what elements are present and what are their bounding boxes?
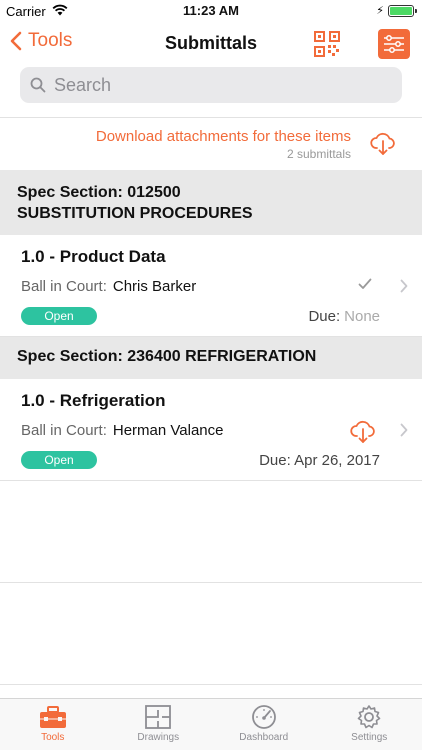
due-date: Due: None [308,308,380,325]
tab-label: Settings [351,732,388,743]
section-title: Spec Section: 012500 [17,184,181,201]
empty-row [0,583,422,685]
sliders-icon [384,35,404,53]
status-badge: Open [21,307,97,325]
search-bar[interactable] [20,67,402,103]
battery-icon [388,5,417,17]
due-value: Apr 26, 2017 [294,452,380,469]
section-header-236400: Spec Section: 236400 REFRIGERATION [0,337,422,379]
due-label: Due: [308,308,341,325]
tab-bar: Tools Drawings Dashboard Settings [0,698,422,750]
due-label: Due: [259,452,291,469]
status-time: 11:23 AM [183,3,239,18]
charging-icon: ⚡ [376,5,384,17]
tab-settings[interactable]: Settings [317,699,422,750]
chevron-right-icon [400,279,408,298]
tab-label: Drawings [137,732,180,743]
ball-in-court-label: Ball in Court: [21,422,107,439]
status-badge: Open [21,451,97,469]
section-title: Spec Section: 236400 REFRIGERATION [17,348,317,365]
submittal-row[interactable]: 1.0 - Refrigeration Ball in Court: Herman… [0,379,422,481]
chevron-right-icon [400,423,408,442]
filter-button[interactable] [378,29,410,59]
tab-drawings[interactable]: Drawings [106,699,212,750]
toolbox-icon [39,706,66,728]
page-title: Submittals [164,33,257,53]
tab-dashboard[interactable]: Dashboard [211,699,317,750]
due-value: None [344,308,380,325]
floorplan-icon [145,705,172,729]
tab-label: Tools [41,732,65,743]
ball-in-court: Ball in Court: Herman Valance [21,422,224,439]
search-icon [30,77,46,93]
checkmark-icon [358,277,372,295]
gear-icon [357,705,381,729]
ball-in-court-person: Herman Valance [112,422,224,439]
download-attachments-link[interactable]: Download attachments for these items [96,128,351,145]
ball-in-court-person: Chris Barker [112,278,197,295]
submittal-name: 1.0 - Product Data [21,247,166,266]
submittal-name: 1.0 - Refrigeration [21,391,166,410]
cloud-download-icon[interactable] [350,419,376,450]
section-header-012500: Spec Section: 012500 SUBSTITUTION PROCED… [0,170,422,235]
qr-code-icon [314,31,340,57]
ball-in-court-label: Ball in Court: [21,278,107,295]
cloud-download-icon[interactable] [370,131,396,162]
search-input[interactable] [54,74,374,96]
ball-in-court: Ball in Court: Chris Barker [21,278,196,295]
search-area [0,66,422,118]
section-subtitle: SUBSTITUTION PROCEDURES [17,205,253,222]
navigation-bar: Tools Submittals [0,22,422,66]
submittal-row[interactable]: 1.0 - Product Data Ball in Court: Chris B… [0,235,422,337]
submittal-count: 2 submittals [286,147,351,161]
status-bar: Carrier 11:23 AM ⚡ [0,0,422,22]
empty-row [0,481,422,583]
due-date: Due: Apr 26, 2017 [259,452,380,469]
tab-label: Dashboard [239,732,289,743]
qr-code-button[interactable] [314,31,340,57]
download-attachments-row[interactable]: Download attachments for these items 2 s… [0,119,422,170]
gauge-icon [251,705,276,729]
tab-tools[interactable]: Tools [0,699,106,750]
